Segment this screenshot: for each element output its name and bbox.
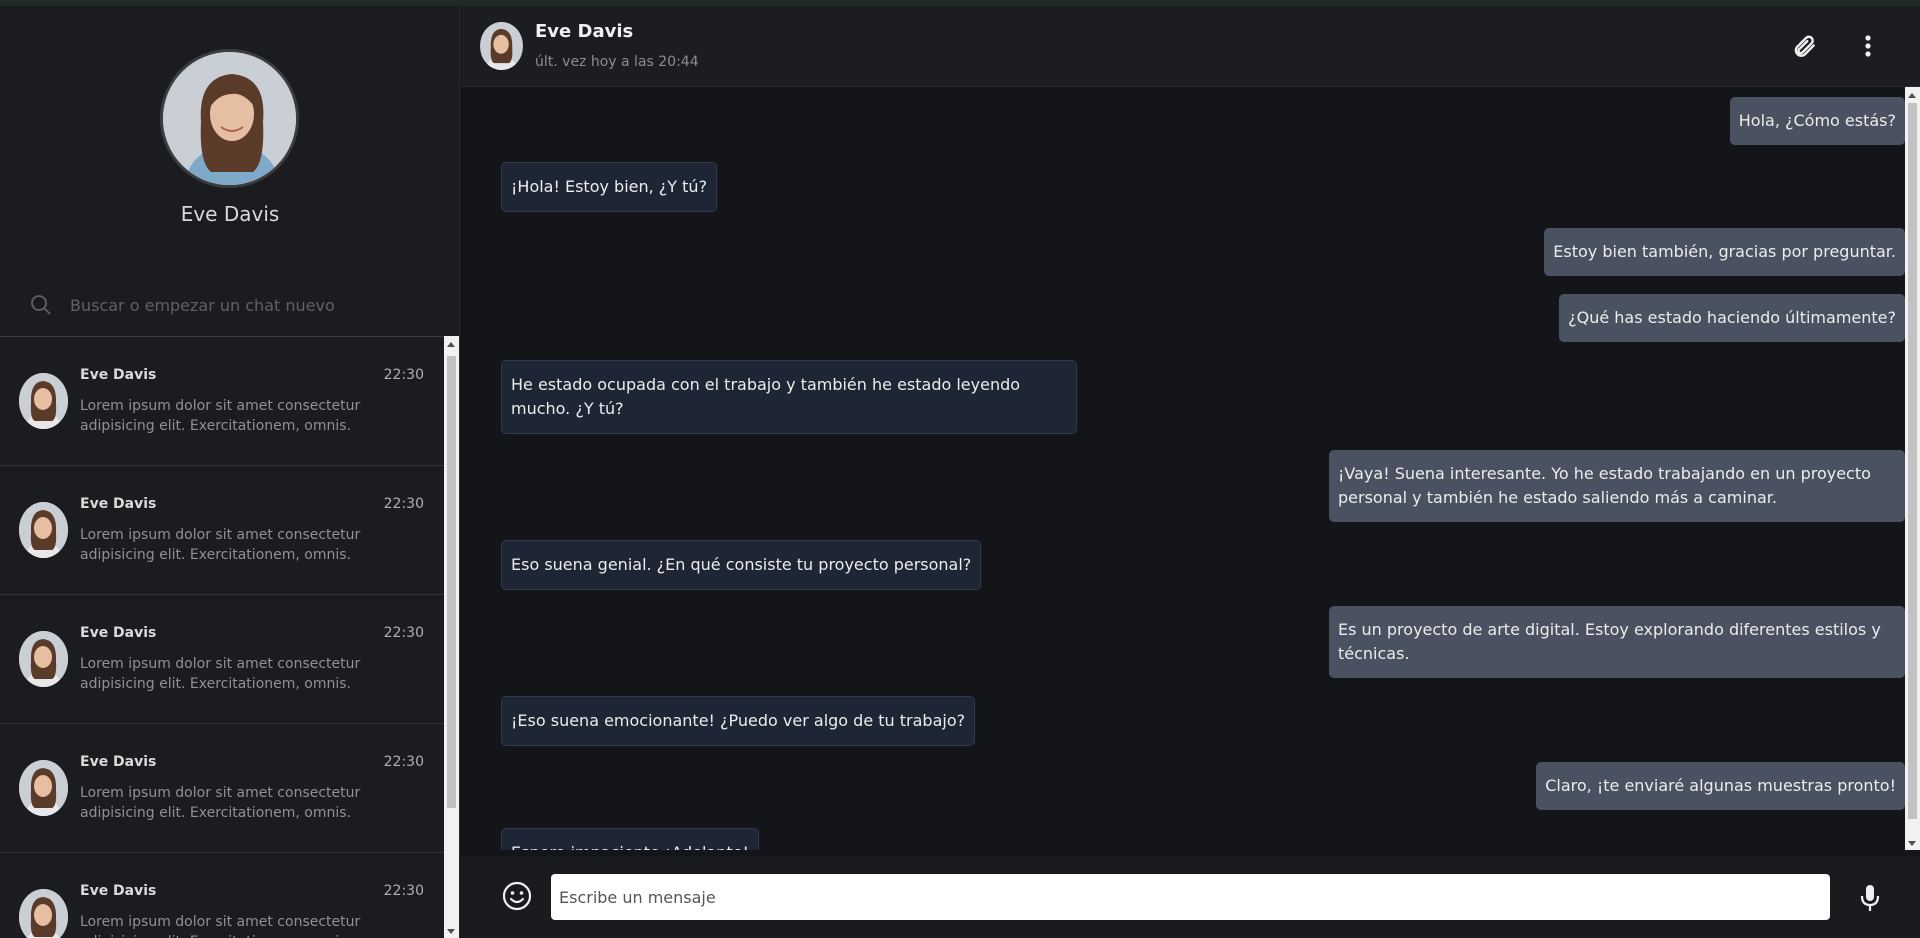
more-options-button[interactable]	[1850, 28, 1886, 64]
chat-item-name: Eve Davis	[80, 883, 157, 899]
search-input[interactable]	[70, 288, 440, 322]
chat-item-time: 22:30	[383, 883, 424, 899]
more-vertical-icon	[1865, 35, 1871, 57]
microphone-icon	[1860, 885, 1880, 911]
chat-list-item[interactable]: Eve Davis 22:30 Lorem ipsum dolor sit am…	[0, 337, 444, 466]
message-area: Hola, ¿Cómo estás? ¡Hola! Estoy bien, ¿Y…	[461, 87, 1905, 850]
chat-item-name: Eve Davis	[80, 625, 157, 641]
contact-avatar	[19, 760, 68, 816]
chat-list-item[interactable]: Eve Davis 22:30 Lorem ipsum dolor sit am…	[0, 466, 444, 595]
contact-avatar	[19, 889, 68, 938]
message-area-scrollbar[interactable]	[1905, 87, 1920, 850]
message-composer	[461, 856, 1920, 938]
contact-avatar	[19, 502, 68, 558]
message-outgoing: Estoy bien también, gracias por pregunta…	[1544, 228, 1905, 276]
chat-header: Eve Davis últ. vez hoy a las 20:44	[461, 6, 1920, 87]
search-bar	[0, 274, 460, 336]
chat-list: Eve Davis 22:30 Lorem ipsum dolor sit am…	[0, 336, 444, 938]
profile-name: Eve Davis	[180, 202, 280, 226]
message-input[interactable]	[551, 874, 1830, 920]
chat-item-time: 22:30	[383, 754, 424, 770]
scroll-down-arrow-icon[interactable]	[447, 929, 455, 934]
message-incoming: ¡Eso suena emocionante! ¿Puedo ver algo …	[501, 696, 976, 746]
message-incoming: ¡Hola! Estoy bien, ¿Y tú?	[501, 162, 718, 212]
voice-message-button[interactable]	[1855, 882, 1885, 914]
chat-item-preview: Lorem ipsum dolor sit amet consectetur a…	[80, 656, 361, 692]
scrollbar-thumb[interactable]	[447, 356, 456, 808]
scroll-down-arrow-icon[interactable]	[1908, 841, 1916, 846]
attach-button[interactable]	[1786, 28, 1822, 64]
paperclip-icon	[1794, 35, 1815, 57]
chat-list-item[interactable]: Eve Davis 22:30 Lorem ipsum dolor sit am…	[0, 724, 444, 853]
header-contact-name: Eve Davis	[535, 21, 634, 42]
profile-avatar[interactable]	[160, 49, 299, 188]
chat-item-time: 22:30	[383, 496, 424, 512]
message-incoming: Eso suena genial. ¿En qué consiste tu pr…	[501, 540, 982, 590]
sidebar: Eve Davis Eve Davis 22:30 Lorem ipsum do…	[0, 6, 460, 938]
chat-item-time: 22:30	[383, 625, 424, 641]
message-outgoing: ¡Vaya! Suena interesante. Yo he estado t…	[1329, 450, 1905, 522]
emoji-button[interactable]	[501, 880, 533, 912]
scrollbar-thumb[interactable]	[1908, 103, 1917, 819]
chat-item-preview: Lorem ipsum dolor sit amet consectetur a…	[80, 527, 361, 563]
chat-item-preview: Lorem ipsum dolor sit amet consectetur a…	[80, 914, 361, 938]
smiley-icon	[502, 881, 532, 911]
message-outgoing: Claro, ¡te enviaré algunas muestras pron…	[1536, 762, 1905, 810]
chat-item-name: Eve Davis	[80, 367, 157, 383]
chat-item-preview: Lorem ipsum dolor sit amet consectetur a…	[80, 785, 361, 821]
chat-list-item[interactable]: Eve Davis 22:30 Lorem ipsum dolor sit am…	[0, 853, 444, 938]
message-outgoing: Hola, ¿Cómo estás?	[1729, 97, 1905, 145]
chat-item-preview: Lorem ipsum dolor sit amet consectetur a…	[80, 398, 361, 434]
header-last-seen: últ. vez hoy a las 20:44	[535, 54, 699, 70]
header-avatar[interactable]	[480, 22, 523, 70]
message-outgoing: ¿Qué has estado haciendo últimamente?	[1559, 294, 1905, 342]
scroll-up-arrow-icon[interactable]	[447, 342, 455, 347]
contact-avatar	[19, 631, 68, 687]
contact-avatar	[19, 373, 68, 429]
chat-app: Eve Davis Eve Davis 22:30 Lorem ipsum do…	[0, 0, 1920, 938]
scroll-up-arrow-icon[interactable]	[1908, 93, 1916, 98]
message-incoming: Espero impaciente ¡Adelante!	[501, 828, 759, 850]
message-outgoing: Es un proyecto de arte digital. Estoy ex…	[1329, 606, 1905, 678]
chat-list-scrollbar[interactable]	[444, 336, 459, 938]
message-incoming: He estado ocupada con el trabajo y tambi…	[501, 360, 1077, 434]
chat-list-item[interactable]: Eve Davis 22:30 Lorem ipsum dolor sit am…	[0, 595, 444, 724]
chat-item-name: Eve Davis	[80, 496, 157, 512]
chat-item-time: 22:30	[383, 367, 424, 383]
chat-item-name: Eve Davis	[80, 754, 157, 770]
search-icon	[30, 294, 52, 316]
